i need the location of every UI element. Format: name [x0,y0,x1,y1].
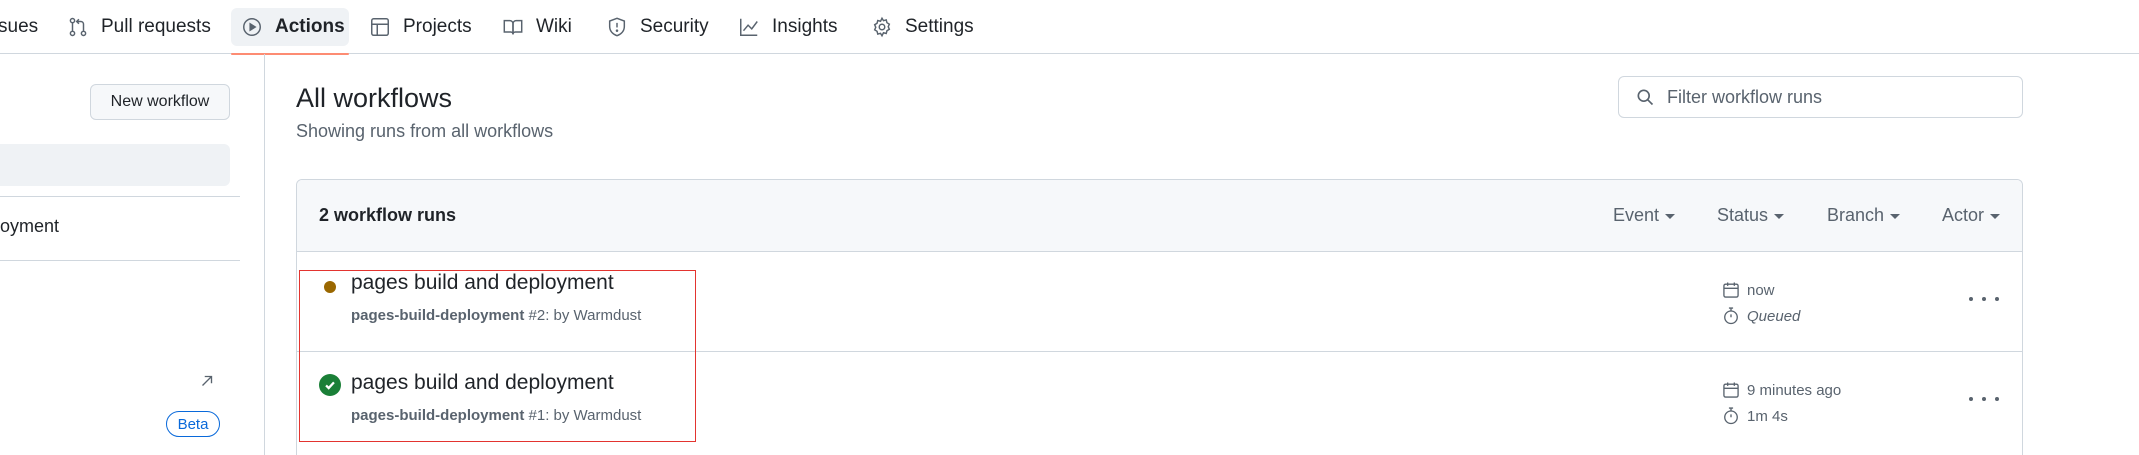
filter-input[interactable] [1667,86,2022,108]
run-number-actor: #2: by Warmdust [524,307,642,324]
run-duration-label: Queued [1747,307,1801,325]
status-filter-dropdown[interactable]: Status [1717,205,1785,226]
tab-security-label: Security [640,16,709,37]
run-when-label: 9 minutes ago [1747,381,1842,399]
branch-filter-dropdown[interactable]: Branch [1827,205,1901,226]
book-icon [502,16,524,38]
sidebar-divider [0,196,240,197]
status-filter-label: Status [1717,205,1769,225]
tab-actions-label: Actions [275,16,345,37]
tab-actions[interactable]: Actions [231,0,349,55]
graph-icon [738,16,760,38]
stopwatch-icon [1721,406,1741,426]
gear-icon [871,16,893,38]
repo-nav: sues Pull requests Actions Projects Wiki… [0,0,2139,55]
workflow-run-row[interactable]: pages build and deployment pages-build-d… [297,351,2022,450]
event-filter-label: Event [1613,205,1660,225]
shield-icon [606,16,628,38]
run-workflow-name: pages-build-deployment [351,407,525,424]
tab-wiki[interactable]: Wiki [492,0,582,54]
tab-settings[interactable]: Settings [861,0,984,54]
arrow-up-right-icon[interactable] [198,372,216,390]
tab-projects-label: Projects [403,16,472,37]
sidebar-item-pages-build-deployment[interactable]: oyment [0,216,59,237]
run-duration-label: 1m 4s [1747,407,1788,425]
page-title: All workflows [296,83,453,113]
workflow-run-row[interactable]: pages build and deployment pages-build-d… [297,252,2022,351]
tab-wiki-label: Wiki [536,16,572,37]
stopwatch-icon [1721,306,1741,326]
filter-workflow-runs[interactable] [1618,76,2023,118]
run-when-label: now [1747,281,1775,299]
caret-down-icon [1665,214,1676,219]
git-pull-request-icon [67,16,89,38]
tab-issues[interactable]: sues [0,0,38,54]
kebab-menu-icon[interactable] [1969,389,1999,409]
new-workflow-button[interactable]: New workflow [90,84,230,120]
run-workflow-name: pages-build-deployment [351,307,525,324]
tab-insights[interactable]: Insights [728,0,847,54]
runs-count: 2 workflow runs [319,205,457,225]
tab-pull-requests-label: Pull requests [101,16,211,37]
run-duration: 1m 4s [1721,406,1788,426]
workflows-sidebar: New workflow oyment Beta [0,54,265,455]
caret-down-icon [1890,214,1901,219]
event-filter-dropdown[interactable]: Event [1613,205,1676,226]
kebab-menu-icon[interactable] [1969,289,1999,309]
queued-status-icon [324,281,336,293]
sidebar-item-all-workflows[interactable] [0,144,230,186]
actor-filter-dropdown[interactable]: Actor [1942,205,2001,226]
tab-issues-label: sues [0,16,39,37]
search-icon [1635,87,1655,107]
table-icon [369,16,391,38]
runs-list-header: 2 workflow runs Event Status Branch Acto… [297,180,2022,252]
tab-insights-label: Insights [772,16,838,37]
run-timestamp: 9 minutes ago [1721,380,1841,400]
tab-security[interactable]: Security [596,0,719,54]
run-timestamp: now [1721,280,1775,300]
run-title[interactable]: pages build and deployment [351,271,614,295]
actor-filter-label: Actor [1942,205,1985,225]
run-meta: pages-build-deployment #1: by Warmdust [351,407,641,424]
run-title[interactable]: pages build and deployment [351,371,614,395]
page-subtitle: Showing runs from all workflows [296,121,554,141]
tab-settings-label: Settings [905,16,974,37]
play-icon [241,16,263,38]
run-number-actor: #1: by Warmdust [524,407,642,424]
check-circle-icon [319,374,341,396]
caret-down-icon [1774,214,1785,219]
caret-down-icon [1990,214,2001,219]
workflow-runs-list: 2 workflow runs Event Status Branch Acto… [296,179,2023,455]
run-meta: pages-build-deployment #2: by Warmdust [351,307,641,324]
branch-filter-label: Branch [1827,205,1885,225]
beta-badge: Beta [166,411,220,437]
sidebar-divider [0,260,240,261]
calendar-icon [1721,280,1741,300]
run-duration: Queued [1721,306,1800,326]
tab-pull-requests[interactable]: Pull requests [57,0,221,54]
tab-projects[interactable]: Projects [359,0,482,54]
calendar-icon [1721,380,1741,400]
